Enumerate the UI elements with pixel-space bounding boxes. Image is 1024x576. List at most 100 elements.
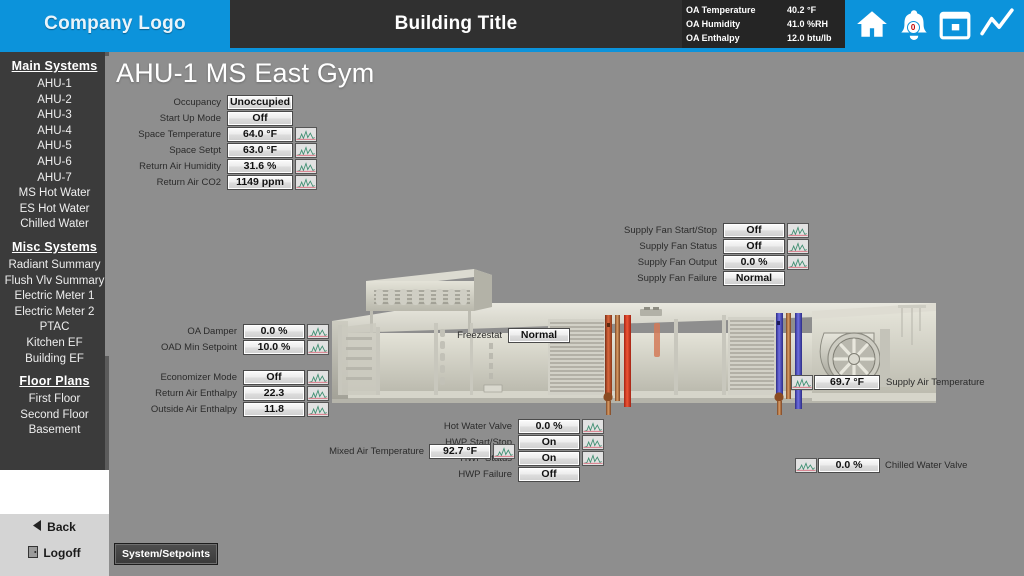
outside-air-enthalpy-row: Outside Air Enthalpy 11.8	[139, 401, 329, 417]
sidebar-item-es-hot-water[interactable]: ES Hot Water	[0, 202, 109, 218]
return-air-co2-label: Return Air CO2	[156, 176, 221, 188]
sidebar-item-first-floor[interactable]: First Floor	[0, 392, 109, 408]
sidebar-item-ahu-1[interactable]: AHU-1	[0, 77, 109, 93]
trend-placeholder	[293, 95, 317, 110]
sidebar-item-ahu-5[interactable]: AHU-5	[0, 139, 109, 155]
sidebar-item-building-ef[interactable]: Building EF	[0, 352, 109, 368]
oad-min-setpoint-trend-icon[interactable]	[307, 339, 329, 355]
sidebar-item-second-floor[interactable]: Second Floor	[0, 408, 109, 424]
sidebar-item-radiant-summary[interactable]: Radiant Summary	[0, 258, 109, 274]
door-exit-icon	[28, 545, 39, 561]
sidebar-item-ptac[interactable]: PTAC	[0, 320, 109, 336]
economizer-mode-value[interactable]: Off	[243, 369, 305, 385]
economizer-mode-trend-icon[interactable]	[307, 369, 329, 385]
back-button[interactable]: Back	[0, 514, 109, 540]
space-setpt-row: Space Setpt 63.0 °F	[109, 142, 317, 158]
sidebar-item-ms-hot-water[interactable]: MS Hot Water	[0, 186, 109, 202]
system-setpoints-button-label: System/Setpoints	[121, 548, 211, 560]
chilled-water-valve-value[interactable]: 0.0 %	[818, 457, 880, 473]
return-air-humidity-label: Return Air Humidity	[139, 160, 221, 172]
sidebar-item-flush-vlv-summary[interactable]: Flush Vlv Summary	[0, 274, 109, 290]
sidebar-item-electric-meter-1[interactable]: Electric Meter 1	[0, 289, 109, 305]
space-temperature-value[interactable]: 64.0 °F	[227, 126, 293, 142]
hwp-start-stop-value[interactable]: On	[518, 434, 580, 450]
oa-humidity-label: OA Humidity	[686, 19, 741, 29]
hwp-start-stop-trend-icon[interactable]	[582, 434, 604, 450]
start-up-mode-label: Start Up Mode	[159, 112, 221, 124]
return-air-enthalpy-value[interactable]: 22.3	[243, 385, 305, 401]
return-air-enthalpy-trend-icon[interactable]	[307, 385, 329, 401]
outside-air-enthalpy-trend-icon[interactable]	[307, 401, 329, 417]
space-setpt-value[interactable]: 63.0 °F	[227, 142, 293, 158]
hot-water-valve-value[interactable]: 0.0 %	[518, 418, 580, 434]
supply-fan-failure-value[interactable]: Normal	[723, 270, 785, 286]
start-up-mode-value[interactable]: Off	[227, 110, 293, 126]
supply-air-temperature-label: Supply Air Temperature	[886, 376, 985, 388]
supply-fan-start-stop-value[interactable]: Off	[723, 222, 785, 238]
oa-enthalpy-label: OA Enthalpy	[686, 33, 740, 43]
back-arrow-icon	[33, 520, 42, 534]
oa-enthalpy-row: OA Enthalpy 12.0 btu/lb	[686, 31, 839, 45]
building-title-block: Building Title	[230, 0, 682, 48]
sidebar-item-ahu-6[interactable]: AHU-6	[0, 155, 109, 171]
sidebar-item-ahu-2[interactable]: AHU-2	[0, 93, 109, 109]
supply-air-temperature-value[interactable]: 69.7 °F	[814, 374, 880, 390]
hwp-failure-label: HWP Failure	[458, 468, 512, 480]
supply-fan-status-value[interactable]: Off	[723, 238, 785, 254]
return-air-humidity-row: Return Air Humidity 31.6 %	[109, 158, 317, 174]
company-logo[interactable]: Company Logo	[0, 0, 230, 48]
supply-fan-output-trend-icon[interactable]	[787, 254, 809, 270]
hot-water-valve-trend-icon[interactable]	[582, 418, 604, 434]
trend-placeholder	[293, 111, 317, 126]
mixed-air-temperature-label: Mixed Air Temperature	[329, 445, 424, 457]
sidebar-item-chilled-water[interactable]: Chilled Water	[0, 217, 109, 233]
space-setpt-trend-icon[interactable]	[295, 142, 317, 158]
ahu-unit-graphic	[332, 269, 936, 415]
supply-fan-status-trend-icon[interactable]	[787, 238, 809, 254]
hwp-status-trend-icon[interactable]	[582, 450, 604, 466]
freezestat-value[interactable]: Normal	[508, 327, 570, 343]
sidebar-item-electric-meter-2[interactable]: Electric Meter 2	[0, 305, 109, 321]
return-air-humidity-value[interactable]: 31.6 %	[227, 158, 293, 174]
supply-fan-output-value[interactable]: 0.0 %	[723, 254, 785, 270]
sidebar-item-kitchen-ef[interactable]: Kitchen EF	[0, 336, 109, 352]
return-air-humidity-trend-icon[interactable]	[295, 158, 317, 174]
supply-air-temperature-trend-icon[interactable]	[791, 374, 813, 390]
mixed-air-temperature-trend-icon[interactable]	[493, 443, 515, 459]
mixed-air-temperature-value[interactable]: 92.7 °F	[429, 443, 491, 459]
alarm-bell-icon[interactable]: 0	[897, 7, 931, 41]
oa-damper-row: OA Damper 0.0 %	[139, 323, 329, 339]
trend-chart-icon[interactable]	[980, 7, 1014, 41]
logoff-button[interactable]: Logoff	[0, 540, 109, 566]
company-logo-text: Company Logo	[44, 13, 186, 34]
oa-damper-trend-icon[interactable]	[307, 323, 329, 339]
oad-min-setpoint-value[interactable]: 10.0 %	[243, 339, 305, 355]
supply-fan-start-stop-label: Supply Fan Start/Stop	[624, 224, 717, 236]
oad-min-setpoint-row: OAD Min Setpoint 10.0 %	[139, 339, 329, 355]
hwp-failure-value[interactable]: Off	[518, 466, 580, 482]
sidebar-item-ahu-4[interactable]: AHU-4	[0, 124, 109, 140]
hot-water-valve-row: Hot Water Valve 0.0 %	[414, 418, 604, 434]
oad-min-setpoint-label: OAD Min Setpoint	[160, 341, 237, 353]
return-air-co2-value[interactable]: 1149 ppm	[227, 174, 293, 190]
sidebar-item-basement[interactable]: Basement	[0, 423, 109, 439]
sidebar-item-ahu-7[interactable]: AHU-7	[0, 171, 109, 187]
system-setpoints-button[interactable]: System/Setpoints	[114, 543, 218, 565]
trend-placeholder	[785, 271, 809, 286]
mixed-air-temperature-row: Mixed Air Temperature 92.7 °F	[329, 443, 515, 459]
supply-fan-status-row: Supply Fan Status Off	[599, 238, 809, 254]
hot-water-valve-label: Hot Water Valve	[443, 420, 512, 432]
calendar-icon[interactable]	[938, 7, 972, 41]
sidebar-item-ahu-3[interactable]: AHU-3	[0, 108, 109, 124]
chilled-water-valve-trend-icon[interactable]	[795, 457, 817, 473]
hwp-status-value[interactable]: On	[518, 450, 580, 466]
sidebar-scroll-area: Main Systems AHU-1 AHU-2 AHU-3 AHU-4 AHU-5 AHU…	[0, 52, 109, 470]
space-temperature-trend-icon[interactable]	[295, 126, 317, 142]
home-icon[interactable]	[855, 7, 889, 41]
outside-air-enthalpy-value[interactable]: 11.8	[243, 401, 305, 417]
oa-damper-value[interactable]: 0.0 %	[243, 323, 305, 339]
return-air-co2-trend-icon[interactable]	[295, 174, 317, 190]
outside-air-enthalpy-label: Outside Air Enthalpy	[150, 403, 237, 415]
occupancy-value[interactable]: Unoccupied	[227, 94, 293, 110]
supply-fan-start-stop-trend-icon[interactable]	[787, 222, 809, 238]
